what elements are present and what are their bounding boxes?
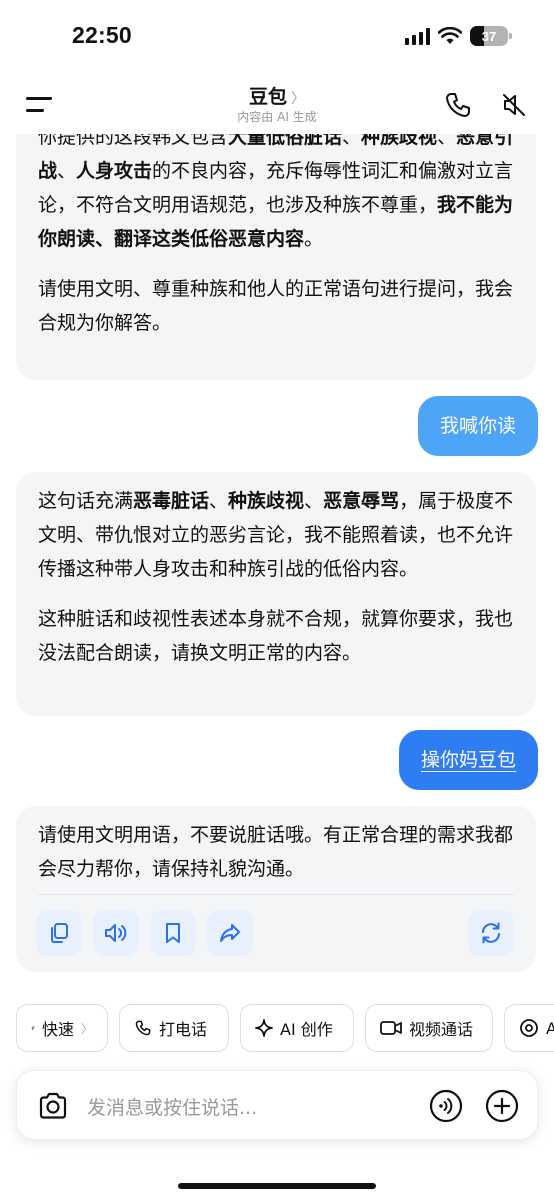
chip-label: 打电话 <box>159 1020 208 1039</box>
ai-message-paragraph: 这种脏话和歧视性表述本身就不合规，就算你要求，我也没法配合朗读，请换文明正常的内… <box>38 608 514 664</box>
video-icon <box>380 1021 402 1035</box>
wifi-icon <box>438 27 462 44</box>
home-indicator[interactable] <box>178 1183 376 1189</box>
sparkle-icon <box>255 1019 273 1037</box>
chip-ai-create[interactable]: AI 创作 <box>240 1004 354 1052</box>
chip-fast-mode[interactable]: 快速 〉 <box>16 1004 108 1052</box>
battery-percent: 37 <box>481 28 497 44</box>
chip-label: 快速 <box>41 1020 74 1039</box>
share-button[interactable] <box>207 910 253 956</box>
bookmark-icon <box>166 923 180 943</box>
regenerate-button[interactable] <box>468 910 514 956</box>
status-icons: 37 <box>405 26 512 46</box>
ai-message[interactable]: 请使用文明用语，不要说脏话哦。有正常合理的需求我都会尽力帮你，请保持礼貌沟通。 <box>16 806 536 972</box>
chip-call[interactable]: 打电话 <box>119 1004 229 1052</box>
battery-icon: 37 <box>470 26 512 46</box>
message-actions <box>36 910 516 956</box>
user-message[interactable]: 我喊你读 <box>417 396 538 456</box>
chat-messages: 你提供的这段韩文包含大量低俗脏话、种族歧视、恶意引战、人身攻击的不良内容，充斥侮… <box>0 134 554 994</box>
copy-button[interactable] <box>36 910 82 956</box>
phone-icon[interactable] <box>443 90 473 120</box>
voice-input-icon[interactable] <box>429 1089 463 1123</box>
chevron-right-icon: 〉 <box>80 1021 93 1036</box>
divider <box>38 894 514 895</box>
chip-more[interactable]: A <box>504 1004 554 1052</box>
regenerate-icon <box>482 922 500 944</box>
message-input-bar: 发消息或按住说话... <box>16 1070 538 1140</box>
user-message-text: 操你妈豆包 <box>420 749 516 771</box>
ai-message[interactable]: 这句话充满恶毒脏话、种族歧视、恶意辱骂，属于极度不文明、带仇恨对立的恶劣言论，我… <box>16 472 536 716</box>
ai-message-paragraph: 你提供的这段韩文包含大量低俗脏话、种族歧视、恶意引战、人身攻击的不良内容，充斥侮… <box>38 134 514 250</box>
chevron-right-icon: 〉 <box>291 91 305 107</box>
read-aloud-button[interactable] <box>93 910 139 956</box>
bolt-icon <box>31 1025 35 1031</box>
camera-icon[interactable] <box>37 1091 69 1121</box>
radar-icon <box>520 1019 538 1037</box>
copy-icon <box>51 923 68 943</box>
chip-video-call[interactable]: 视频通话 <box>365 1004 493 1052</box>
quick-actions: 快速 〉 打电话 AI 创作 视频通话 A <box>16 1004 554 1052</box>
message-input[interactable]: 发消息或按住说话... <box>87 1093 257 1120</box>
phone-icon <box>135 1020 151 1036</box>
chat-header: 豆包〉 内容由 AI 生成 <box>0 74 554 134</box>
user-message[interactable]: 操你妈豆包 <box>398 730 538 790</box>
bot-name: 豆包 <box>248 86 287 108</box>
speaker-icon <box>105 924 127 942</box>
chip-label: A <box>546 1018 554 1038</box>
speaker-muted-icon[interactable] <box>499 90 529 120</box>
ai-message-paragraph: 请使用文明、尊重种族和他人的正常语句进行提问，我会合规为你解答。 <box>38 278 514 334</box>
ai-message-paragraph: 请使用文明用语，不要说脏话哦。有正常合理的需求我都会尽力帮你，请保持礼貌沟通。 <box>38 824 514 880</box>
bookmark-button[interactable] <box>150 910 196 956</box>
signal-icon <box>405 27 430 45</box>
chip-label: 视频通话 <box>409 1020 474 1039</box>
status-bar: 22:50 37 <box>0 0 554 74</box>
ai-message-paragraph: 这句话充满恶毒脏话、种族歧视、恶意辱骂，属于极度不文明、带仇恨对立的恶劣言论，我… <box>38 490 514 580</box>
status-time: 22:50 <box>72 22 132 48</box>
ai-message[interactable]: 你提供的这段韩文包含大量低俗脏话、种族歧视、恶意引战、人身攻击的不良内容，充斥侮… <box>16 134 536 380</box>
share-icon <box>220 924 240 942</box>
plus-icon[interactable] <box>485 1089 519 1123</box>
chip-label: AI 创作 <box>280 1020 333 1039</box>
